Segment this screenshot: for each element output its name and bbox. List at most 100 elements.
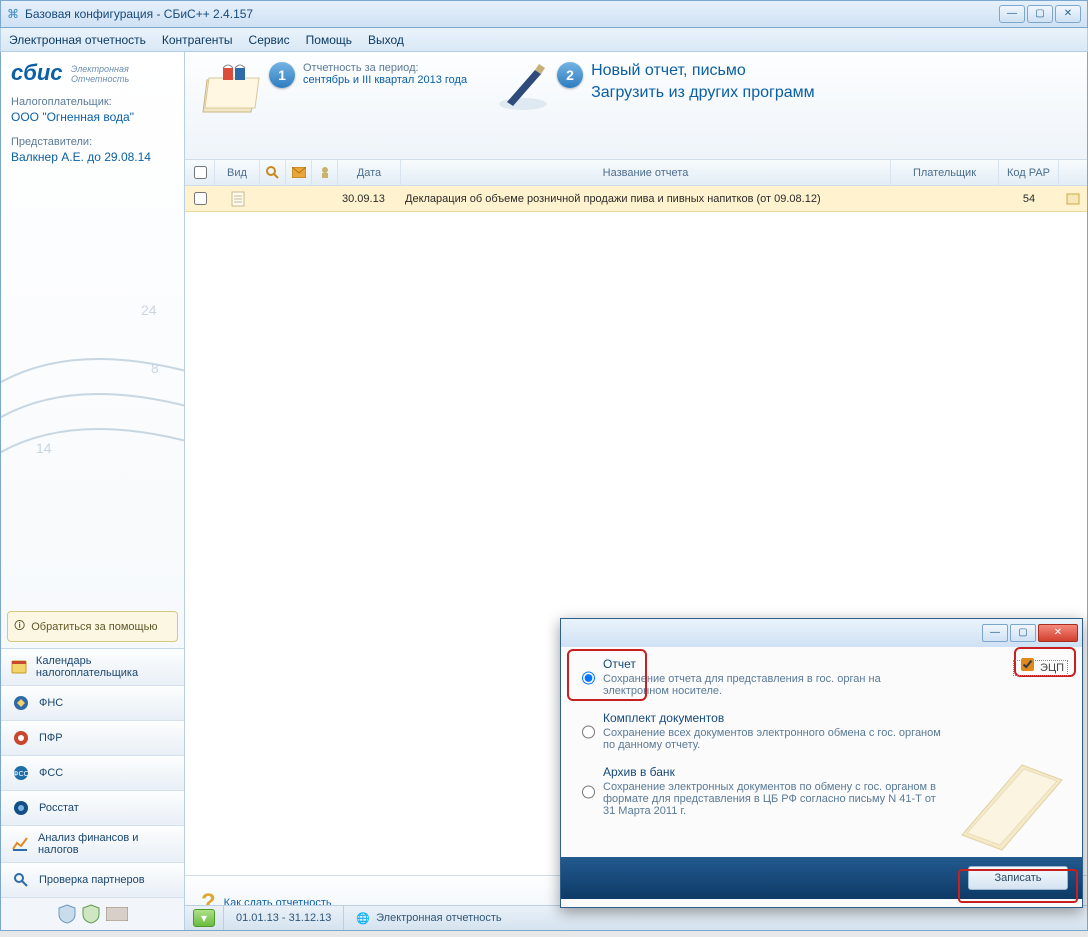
dialog-close-button[interactable]: ✕	[1038, 624, 1078, 642]
dialog-maximize-button[interactable]: ▢	[1010, 624, 1036, 642]
step-1-badge: 1	[269, 62, 295, 88]
request-help-button[interactable]: 🛈 Обратиться за помощью	[7, 611, 178, 642]
status-caption: 🌐 Электронная отчетность	[343, 906, 513, 930]
sidebar-item-label: Проверка партнеров	[39, 874, 145, 886]
option-docset-desc: Сохранение всех документов электронного …	[603, 727, 943, 751]
globe-icon: 🌐	[356, 912, 370, 925]
col-name[interactable]: Название отчета	[401, 160, 891, 185]
sidebar-item-label: ПФР	[39, 732, 63, 744]
svg-text:14: 14	[36, 440, 52, 456]
select-all-checkbox[interactable]	[194, 166, 207, 179]
dialog-minimize-button[interactable]: —	[982, 624, 1008, 642]
option-report-desc: Сохранение отчета для представления в го…	[603, 673, 943, 697]
logo-subtitle: ЭлектроннаяОтчетность	[71, 64, 129, 84]
menu-exit[interactable]: Выход	[368, 33, 404, 47]
dialog-body: Отчет Сохранение отчета для представлени…	[561, 647, 1082, 857]
grid-header: Вид Дата Название отчета Плательщик Код …	[185, 160, 1087, 186]
row-checkbox[interactable]	[194, 192, 207, 205]
download-button[interactable]: ▾	[193, 909, 215, 927]
save-dialog: — ▢ ✕ Отчет Сохранение отчета для предст…	[560, 618, 1083, 908]
step-2: 2 Новый отчет, письмо Загрузить из други…	[557, 62, 815, 102]
menubar: Электронная отчетность Контрагенты Серви…	[0, 28, 1088, 52]
logo-text: сбис	[11, 60, 63, 86]
taxpayer-name[interactable]: ООО "Огненная вода"	[11, 110, 174, 124]
magnifier-icon	[266, 166, 280, 180]
envelope-icon	[292, 167, 306, 178]
dialog-titlebar: — ▢ ✕	[561, 619, 1082, 647]
menu-reporting[interactable]: Электронная отчетность	[9, 33, 146, 47]
sidebar-item-label: Анализ финансов и налогов	[38, 832, 176, 856]
sidebar-item-fss[interactable]: ФСС ФСС	[1, 756, 184, 791]
option-bank-label: Архив в банк	[603, 765, 943, 779]
sidebar-item-fns[interactable]: ФНС	[1, 686, 184, 721]
help-icon: 🛈	[14, 617, 25, 636]
sidebar-item-partners[interactable]: Проверка партнеров	[1, 863, 184, 898]
option-bank-radio[interactable]	[582, 767, 595, 817]
status-bar: ▾ 01.01.13 - 31.12.13 🌐 Электронная отче…	[185, 905, 1087, 930]
row-date: 30.09.13	[338, 186, 401, 211]
step-1-period[interactable]: сентябрь и III квартал 2013 года	[303, 74, 467, 86]
col-action-view[interactable]	[260, 160, 286, 185]
magnifier-icon	[9, 869, 33, 891]
svg-text:ФСС: ФСС	[13, 771, 28, 778]
minimize-button[interactable]: —	[999, 5, 1025, 23]
highlight-annotation-1	[567, 649, 647, 701]
load-from-other-link[interactable]: Загрузить из других программ	[591, 84, 815, 102]
menu-help[interactable]: Помощь	[306, 33, 352, 47]
sidebar-footer-logos	[1, 898, 184, 930]
representative-name[interactable]: Валкнер А.Е. до 29.08.14	[11, 150, 174, 164]
option-docset-radio[interactable]	[582, 713, 595, 751]
stamp-icon	[319, 166, 331, 180]
col-code[interactable]: Код РАР	[999, 160, 1059, 185]
col-date[interactable]: Дата	[338, 160, 401, 185]
table-row[interactable]: 30.09.13 Декларация об объеме розничной …	[185, 186, 1087, 212]
sidebar-decor: 24 8 14	[1, 170, 184, 605]
maximize-button[interactable]: ▢	[1027, 5, 1053, 23]
sidebar-item-rosstat[interactable]: Росстат	[1, 791, 184, 826]
col-payer[interactable]: Плательщик	[891, 160, 999, 185]
sidebar-item-calendar[interactable]: Календарь налогоплательщика	[1, 649, 184, 686]
representative-label: Представители:	[11, 136, 174, 148]
fss-icon: ФСС	[9, 762, 33, 784]
window-title: Базовая конфигурация - СБиС++ 2.4.157	[25, 7, 997, 21]
fns-icon	[9, 692, 33, 714]
menu-counterparties[interactable]: Контрагенты	[162, 33, 233, 47]
close-button[interactable]: ✕	[1055, 5, 1081, 23]
ecp-checkbox-wrap[interactable]: ЭЦП	[1013, 655, 1068, 674]
sidebar: сбис ЭлектроннаяОтчетность Налогоплатель…	[1, 52, 185, 930]
sidebar-item-label: Росстат	[39, 802, 79, 814]
rosstat-icon	[9, 797, 33, 819]
sidebar-item-pfr[interactable]: ПФР	[1, 721, 184, 756]
svg-text:24: 24	[141, 302, 157, 318]
step-2-badge: 2	[557, 62, 583, 88]
option-bank[interactable]: Архив в банк Сохранение электронных доку…	[577, 765, 1066, 817]
pen-graphic-icon	[495, 62, 551, 112]
logo: сбис ЭлектроннаяОтчетность	[1, 52, 184, 90]
dialog-footer: Записать	[561, 857, 1082, 899]
option-report[interactable]: Отчет Сохранение отчета для представлени…	[577, 657, 1066, 697]
menu-service[interactable]: Сервис	[249, 33, 290, 47]
request-help-label: Обратиться за помощью	[31, 621, 157, 633]
option-bank-desc: Сохранение электронных документов по обм…	[603, 781, 943, 817]
fst-badge-icon	[106, 907, 128, 921]
col-vid[interactable]: Вид	[215, 160, 260, 185]
sidebar-item-label: ФСС	[39, 767, 63, 779]
sidebar-nav: Календарь налогоплательщика ФНС ПФР ФСС …	[1, 648, 184, 898]
main-header: 1 Отчетность за период: сентябрь и III к…	[185, 52, 1087, 160]
svg-text:8: 8	[151, 360, 159, 376]
status-period[interactable]: 01.01.13 - 31.12.13	[223, 906, 343, 930]
step-1-label: Отчетность за период:	[303, 62, 467, 74]
col-action-stamp[interactable]	[312, 160, 338, 185]
col-action-mail[interactable]	[286, 160, 312, 185]
sidebar-item-analysis[interactable]: Анализ финансов и налогов	[1, 826, 184, 863]
ecp-checkbox[interactable]	[1021, 658, 1034, 671]
row-payer	[891, 186, 999, 211]
sidebar-item-label: Календарь налогоплательщика	[36, 655, 176, 679]
row-action-icon[interactable]	[1066, 192, 1080, 206]
chart-icon	[9, 833, 32, 855]
highlight-annotation-3	[958, 869, 1078, 903]
option-docset[interactable]: Комплект документов Сохранение всех доку…	[577, 711, 1066, 751]
option-docset-label: Комплект документов	[603, 711, 943, 725]
calendar-icon	[9, 656, 30, 678]
new-report-link[interactable]: Новый отчет, письмо	[591, 62, 815, 80]
